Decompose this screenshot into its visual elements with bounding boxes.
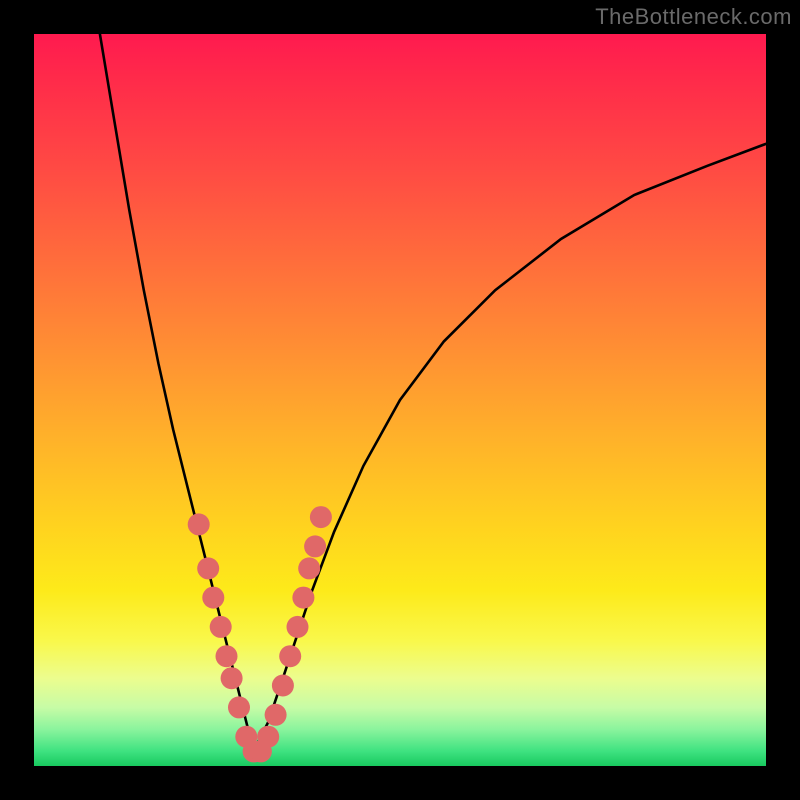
scatter-dot [279, 645, 301, 667]
scatter-dot [216, 645, 238, 667]
chart-frame: TheBottleneck.com [0, 0, 800, 800]
curve-layer [34, 34, 766, 766]
scatter-dot [210, 616, 232, 638]
scatter-dot [287, 616, 309, 638]
plot-area [34, 34, 766, 766]
left-branch-curve [100, 34, 254, 751]
scatter-dot [228, 696, 250, 718]
scatter-dot [188, 513, 210, 535]
scatter-dot [304, 535, 326, 557]
scatter-dot [272, 675, 294, 697]
scatter-dot [257, 726, 279, 748]
scatter-dots [188, 506, 332, 762]
scatter-dot [265, 704, 287, 726]
scatter-dot [292, 587, 314, 609]
watermark-label: TheBottleneck.com [595, 4, 792, 30]
scatter-dot [310, 506, 332, 528]
right-branch-curve [254, 144, 766, 752]
scatter-dot [298, 557, 320, 579]
scatter-dot [202, 587, 224, 609]
scatter-dot [221, 667, 243, 689]
scatter-dot [197, 557, 219, 579]
